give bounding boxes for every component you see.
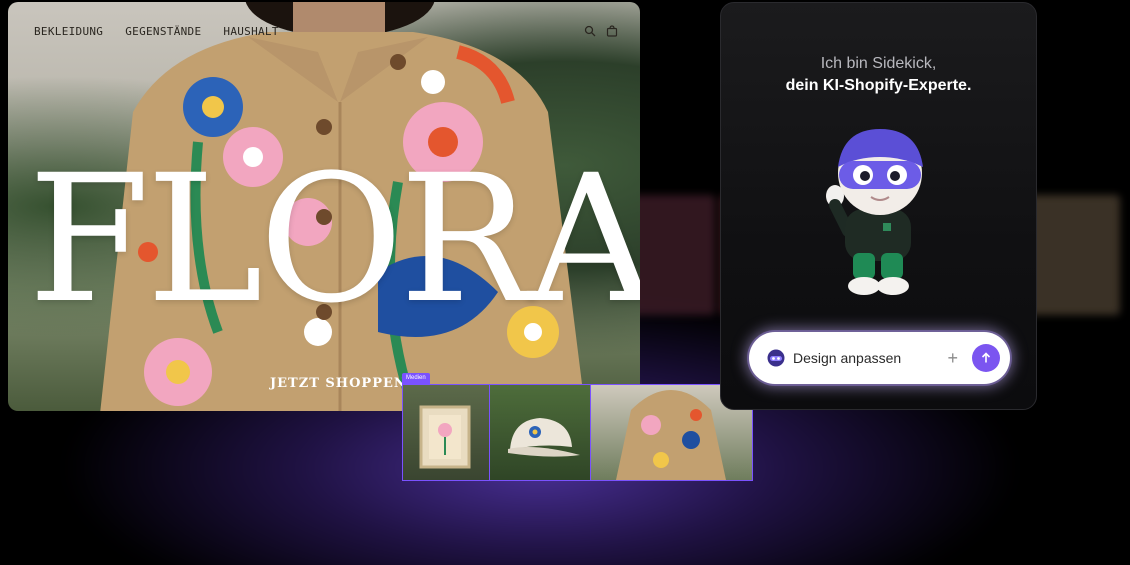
sidekick-icon <box>767 349 785 367</box>
prompt-text: Design anpassen <box>793 350 902 366</box>
nav-item-gegenstaende[interactable]: GEGENSTÄNDE <box>125 25 201 38</box>
media-tag: Medien <box>402 373 430 384</box>
nav-item-bekleidung[interactable]: BEKLEIDUNG <box>34 25 103 38</box>
sidekick-subtitle: dein KI-Shopify-Experte. <box>785 77 972 94</box>
cap-image <box>508 418 580 457</box>
sidekick-prompt-input[interactable]: Design anpassen + <box>749 332 1010 384</box>
sidekick-mascot-icon <box>826 129 923 295</box>
media-tag-label: Medien <box>406 375 426 381</box>
stage: BEKLEIDUNG GEGENSTÄNDE HAUSHALT FLORA JE… <box>0 0 1130 565</box>
framed-art-image <box>419 405 471 469</box>
shop-now-link[interactable]: JETZT SHOPPEN <box>270 376 407 391</box>
storefront-preview: BEKLEIDUNG GEGENSTÄNDE HAUSHALT FLORA JE… <box>8 2 640 411</box>
search-icon[interactable] <box>584 25 596 37</box>
bag-icon[interactable] <box>606 25 618 37</box>
arrow-up-icon <box>981 352 991 363</box>
sidekick-intro: Ich bin Sidekick, <box>820 55 937 72</box>
hero-title: FLORA <box>28 137 640 342</box>
send-button[interactable] <box>972 344 1000 372</box>
nav-item-haushalt[interactable]: HAUSHALT <box>223 25 278 38</box>
framed-art-thumbnail[interactable] <box>403 385 490 480</box>
media-gallery <box>402 384 753 481</box>
store-nav: BEKLEIDUNG GEGENSTÄNDE HAUSHALT <box>34 22 618 40</box>
plus-icon[interactable]: + <box>947 349 958 367</box>
cap-thumbnail[interactable] <box>490 385 591 480</box>
sidekick-panel: Ich bin Sidekick, dein KI-Shopify-Expert… <box>720 2 1037 410</box>
